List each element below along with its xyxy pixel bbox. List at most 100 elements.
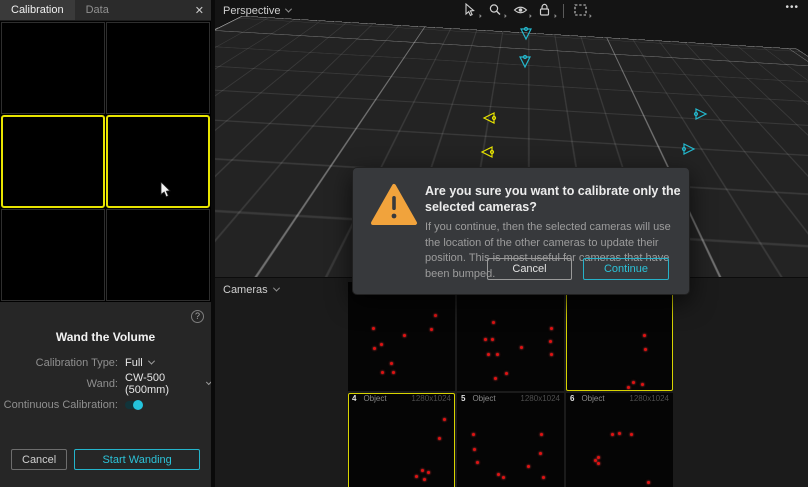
camera-tile[interactable] (457, 282, 564, 391)
zoom-magnifier-icon[interactable] (488, 3, 504, 18)
marker-dot (520, 346, 523, 349)
view-selector[interactable]: Perspective (223, 5, 291, 17)
select-arrow-icon[interactable] (463, 3, 479, 18)
section-title: Wand the Volume (0, 330, 211, 344)
marker-dot (647, 481, 650, 484)
camera-tile-label: 5Object1280x1024 (457, 393, 564, 404)
axis-z-label: Z (226, 232, 231, 241)
marker-dot (540, 433, 543, 436)
wand-section: ? Wand the Volume Calibration Type: Full… (0, 302, 211, 447)
camera-tile-grid: 4Object1280x10245Object1280x10246Object1… (348, 282, 673, 487)
calibration-view-cell[interactable] (1, 22, 105, 114)
lock-icon[interactable] (538, 3, 554, 18)
marker-dot (550, 327, 553, 330)
camera-tile[interactable]: 4Object1280x1024 (348, 393, 455, 487)
confirm-dialog: Are you sure you want to calibrate only … (352, 167, 690, 295)
calibration-camera-grid (0, 21, 211, 302)
marker-dot (423, 478, 426, 481)
tab-calibration[interactable]: Calibration (0, 0, 75, 20)
camera-3d-marker[interactable] (517, 54, 533, 75)
camera-3d-marker[interactable] (518, 26, 534, 47)
calibration-view-cell[interactable] (106, 115, 210, 207)
camera-tile[interactable]: 6Object1280x1024 (566, 393, 673, 487)
close-icon[interactable]: ✕ (188, 4, 211, 17)
camera-3d-marker[interactable] (481, 110, 497, 131)
camera-3d-marker[interactable] (693, 106, 709, 127)
calibration-pane: Calibration Data ✕ ? Wand the Volume Cal… (0, 0, 211, 487)
marker-dot (434, 314, 437, 317)
camera-3d-marker[interactable] (479, 144, 495, 165)
wand-label: Wand: (0, 378, 118, 390)
axis-x-label: X (244, 259, 250, 266)
chevron-down-icon (273, 284, 280, 291)
marker-dot (491, 338, 494, 341)
calibration-view-cell[interactable] (106, 22, 210, 114)
calibration-type-dropdown[interactable]: Full (125, 357, 154, 369)
marker-dot (390, 362, 393, 365)
wand-dropdown[interactable]: CW-500 (500mm) (125, 372, 211, 396)
marker-dot (472, 433, 475, 436)
calibration-view-cell[interactable] (1, 209, 105, 301)
camera-tile-label: 6Object1280x1024 (566, 393, 673, 404)
marker-dot (372, 327, 375, 330)
marker-dot (632, 381, 635, 384)
camera-tile-label: 4Object1280x1024 (348, 393, 455, 404)
marker-dot (497, 473, 500, 476)
marker-dot (381, 371, 384, 374)
calibration-view-cell[interactable] (106, 209, 210, 301)
marker-dot (611, 433, 614, 436)
selection-info: Prime 13W #18885 0 Markers 0 Selected (701, 218, 795, 269)
marker-dot (643, 334, 646, 337)
camera-name: Prime 13W #18885 (701, 218, 795, 235)
axis-gizmo: Y Z X (225, 216, 271, 266)
marker-dot (641, 383, 644, 386)
marker-dot (484, 338, 487, 341)
cameras-selector[interactable]: Cameras (223, 284, 279, 296)
marker-dot (492, 321, 495, 324)
chevron-down-icon (285, 5, 292, 12)
marker-dot (502, 476, 505, 479)
marker-dot (597, 462, 600, 465)
camera-tile[interactable] (348, 282, 455, 391)
mouse-cursor-icon (160, 182, 171, 198)
marker-dot (627, 386, 630, 389)
marker-dot (427, 471, 430, 474)
chevron-down-icon (148, 357, 155, 364)
marker-dot (487, 353, 490, 356)
marker-dot (496, 353, 499, 356)
more-menu-icon[interactable]: ••• (785, 2, 799, 13)
help-icon[interactable]: ? (191, 310, 204, 323)
camera-tile[interactable]: 5Object1280x1024 (457, 393, 564, 487)
calibration-view-cell[interactable] (1, 115, 105, 207)
selected-count: 0 Selected (701, 252, 795, 269)
dialog-cancel-button[interactable]: Cancel (487, 258, 572, 280)
camera-3d-marker[interactable] (681, 141, 697, 162)
marker-dot (415, 475, 418, 478)
marker-dot (373, 347, 376, 350)
camera-tile[interactable] (566, 282, 673, 391)
calibration-type-label: Calibration Type: (0, 357, 118, 369)
marker-dot (542, 476, 545, 479)
marker-dot (443, 418, 446, 421)
continuous-calibration-toggle[interactable] (125, 401, 142, 409)
tab-data[interactable]: Data (75, 0, 120, 20)
marker-count: 0 Markers (701, 235, 795, 252)
motive-app: Calibration Data ✕ ? Wand the Volume Cal… (0, 0, 808, 487)
marker-dot (430, 328, 433, 331)
cancel-calibration-button[interactable]: Cancel (11, 449, 67, 470)
marker-dot (476, 461, 479, 464)
marker-dot (421, 469, 424, 472)
axis-y-label: Y (252, 217, 258, 226)
start-wanding-button[interactable]: Start Wanding (74, 449, 200, 470)
marker-dot (618, 432, 621, 435)
marker-dot (392, 371, 395, 374)
visibility-eye-icon[interactable] (513, 3, 529, 18)
marker-dot (630, 433, 633, 436)
cameras-pane: Cameras 4Object1280x10245Object1280x1024… (215, 277, 808, 487)
marker-dot (597, 456, 600, 459)
rect-select-icon[interactable] (573, 3, 589, 18)
dialog-continue-button[interactable]: Continue (583, 258, 669, 280)
marker-dot (549, 340, 552, 343)
marker-dot (550, 353, 553, 356)
toolbar-separator (563, 4, 564, 18)
